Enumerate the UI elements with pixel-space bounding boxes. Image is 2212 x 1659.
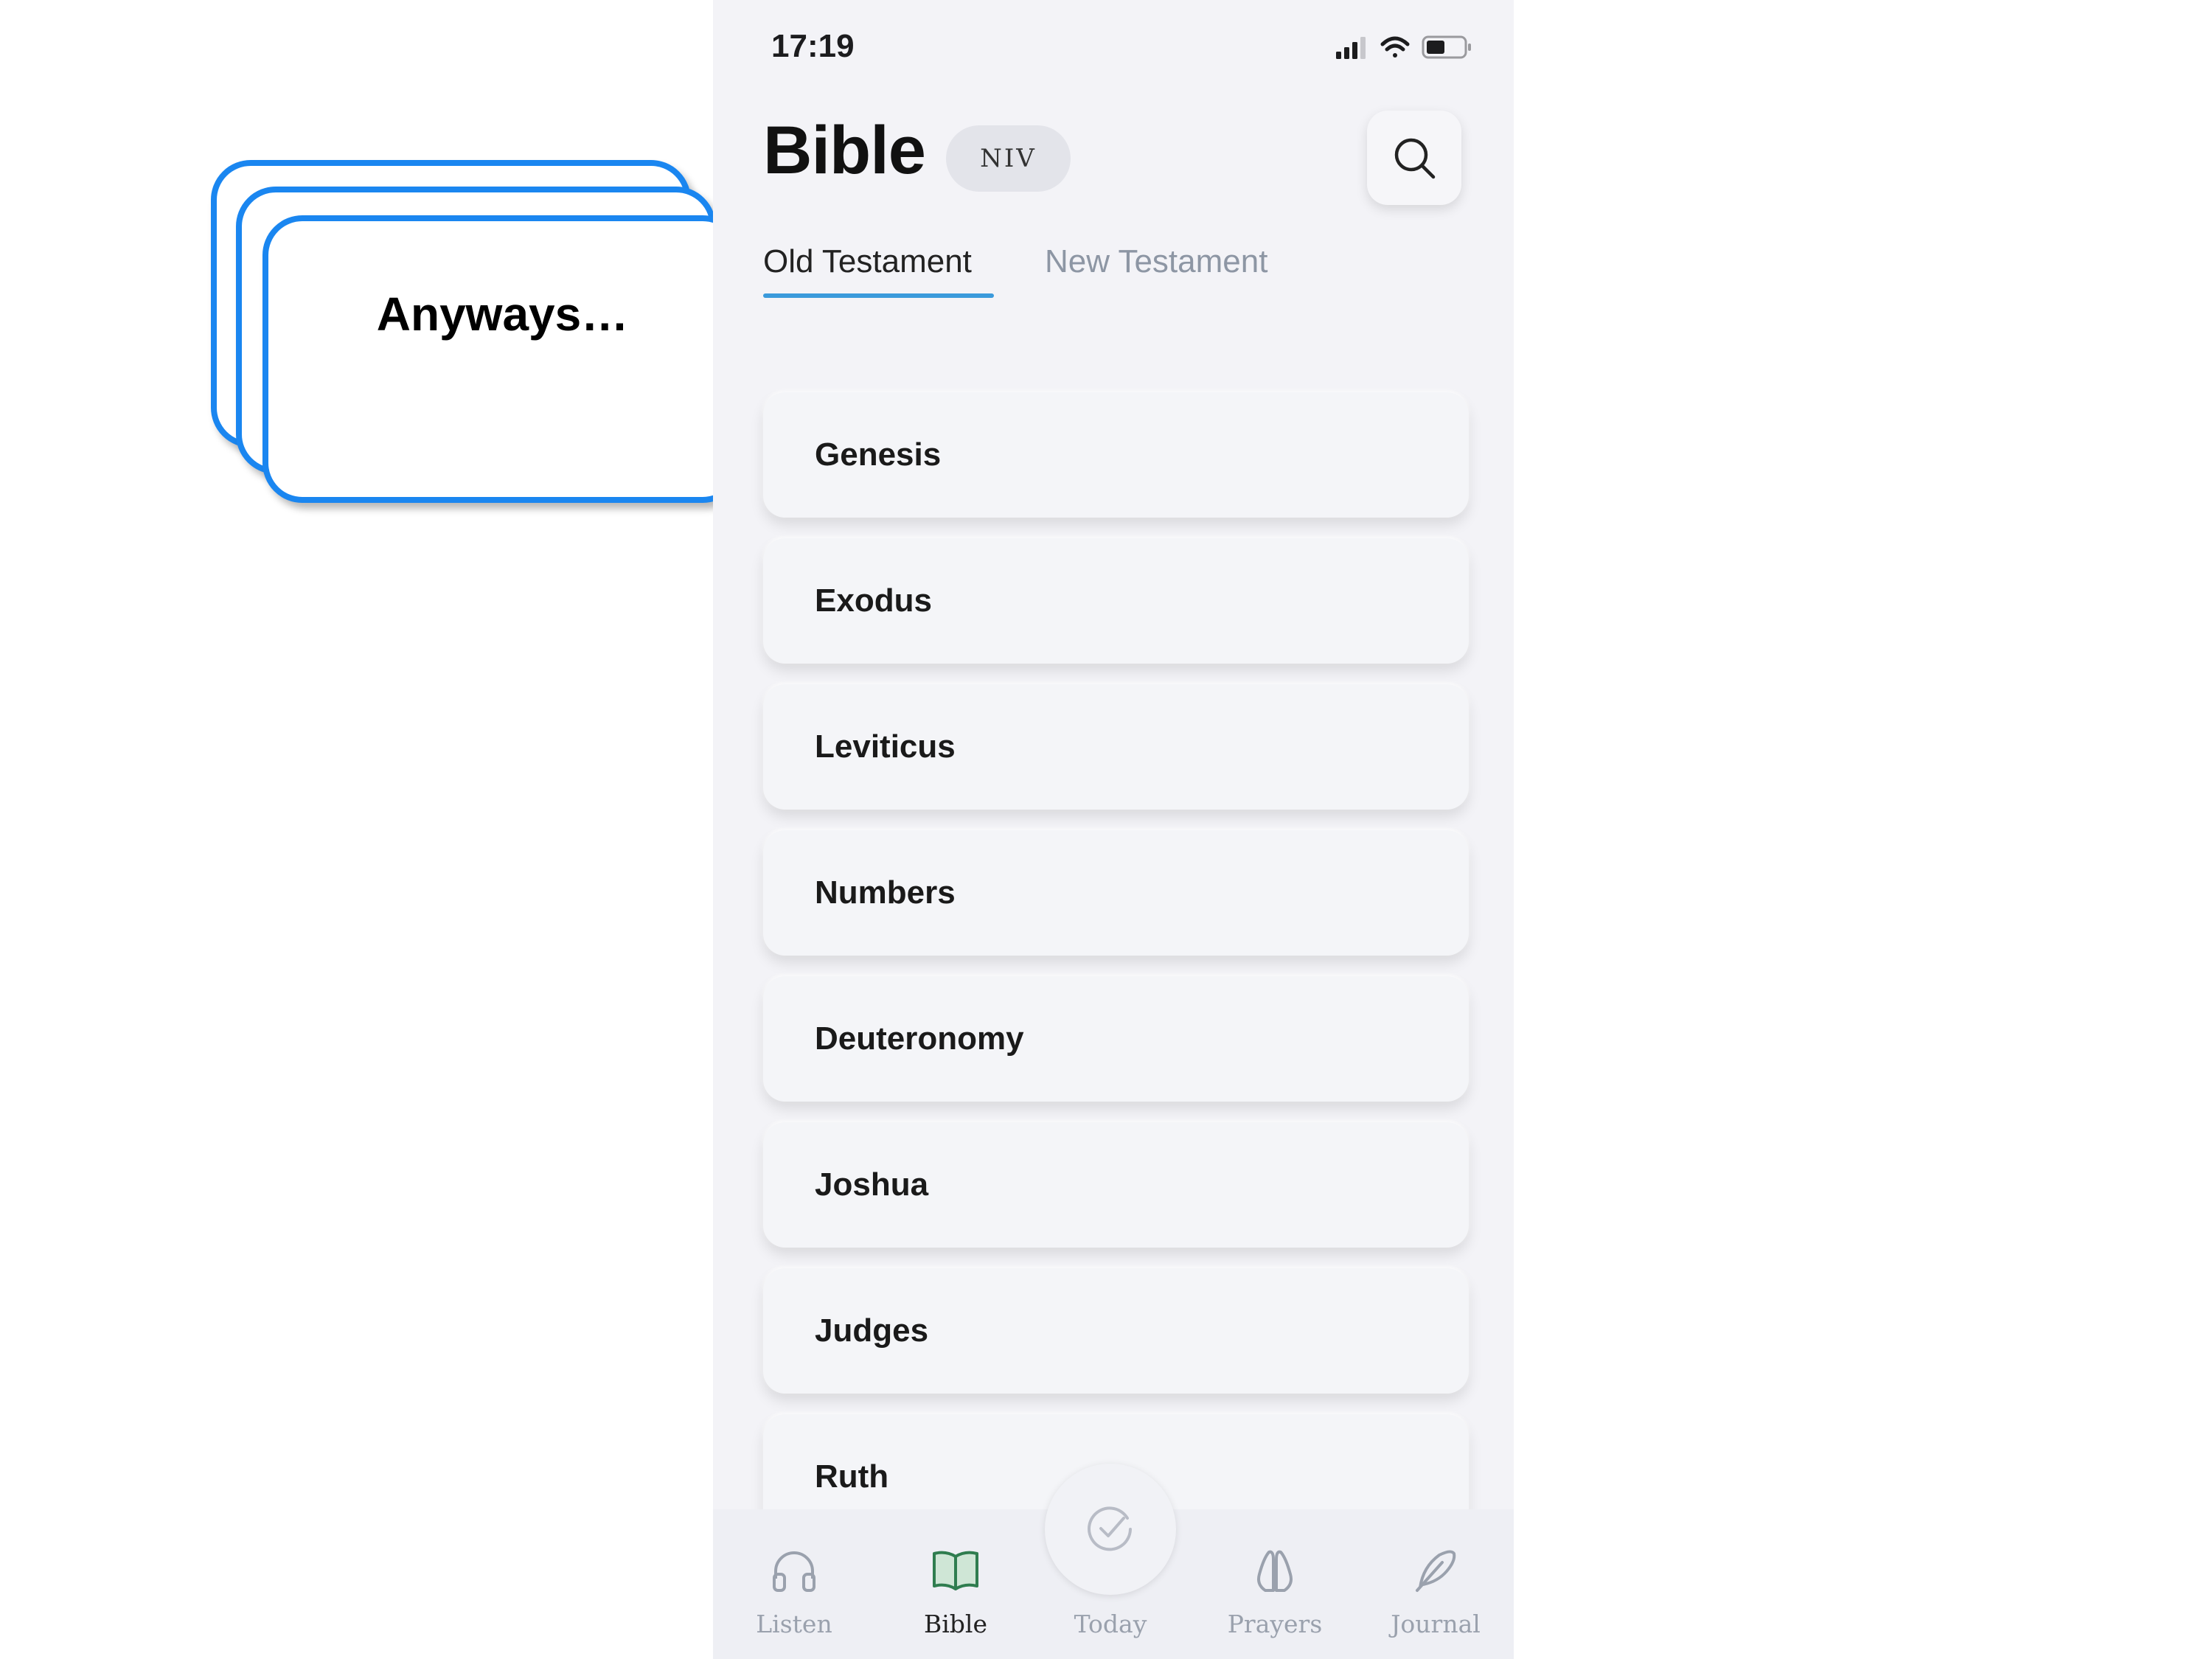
book-name: Leviticus <box>815 728 956 765</box>
book-item-judges[interactable]: Judges <box>763 1268 1469 1394</box>
praying-hands-icon <box>1257 1550 1293 1592</box>
nav-label: Listen <box>756 1610 832 1638</box>
feather-icon <box>1416 1550 1456 1592</box>
book-item-leviticus[interactable]: Leviticus <box>763 684 1469 810</box>
page-title: Bible <box>763 113 926 188</box>
search-icon <box>1394 138 1436 179</box>
book-list: Genesis Exodus Leviticus Numbers Deutero… <box>763 392 1469 1560</box>
tab-selected-indicator <box>763 293 994 298</box>
book-item-joshua[interactable]: Joshua <box>763 1122 1469 1248</box>
book-item-numbers[interactable]: Numbers <box>763 830 1469 956</box>
book-name: Deuteronomy <box>815 1020 1024 1057</box>
battery-icon <box>1422 35 1471 59</box>
nav-today[interactable]: Today <box>1051 1545 1169 1638</box>
book-name: Genesis <box>815 437 942 473</box>
version-badge[interactable]: NIV <box>946 125 1071 192</box>
nav-label: Bible <box>923 1610 987 1638</box>
book-name: Joshua <box>815 1166 929 1203</box>
book-item-genesis[interactable]: Genesis <box>763 392 1469 518</box>
status-time: 17:19 <box>771 28 855 64</box>
nav-label: Today <box>1074 1610 1147 1638</box>
stacked-card-front: Anyways… <box>262 215 742 503</box>
phone-screen: 17:19 Bible NIV Old Testament New Testam… <box>713 0 1514 1659</box>
headphones-icon <box>773 1551 815 1592</box>
search-button[interactable] <box>1367 111 1461 205</box>
book-item-deuteronomy[interactable]: Deuteronomy <box>763 976 1469 1102</box>
tab-old-testament[interactable]: Old Testament <box>763 243 972 280</box>
nav-label: Journal <box>1391 1610 1481 1638</box>
nav-label: Prayers <box>1227 1610 1323 1638</box>
book-item-exodus[interactable]: Exodus <box>763 538 1469 664</box>
nav-prayers[interactable]: Prayers <box>1216 1545 1334 1638</box>
book-name: Exodus <box>815 582 932 619</box>
card-text: Anyways… <box>376 288 629 341</box>
open-book-icon <box>933 1551 978 1590</box>
book-name: Numbers <box>815 874 956 911</box>
tab-new-testament[interactable]: New Testament <box>1045 243 1267 280</box>
book-name: Judges <box>815 1312 929 1349</box>
status-icons <box>1336 35 1471 59</box>
book-name: Ruth <box>815 1458 889 1495</box>
nav-bible[interactable]: Bible <box>897 1545 1015 1638</box>
signal-icon <box>1336 37 1366 59</box>
nav-journal[interactable]: Journal <box>1377 1545 1495 1638</box>
nav-listen[interactable]: Listen <box>735 1545 853 1638</box>
wifi-icon <box>1380 36 1410 58</box>
